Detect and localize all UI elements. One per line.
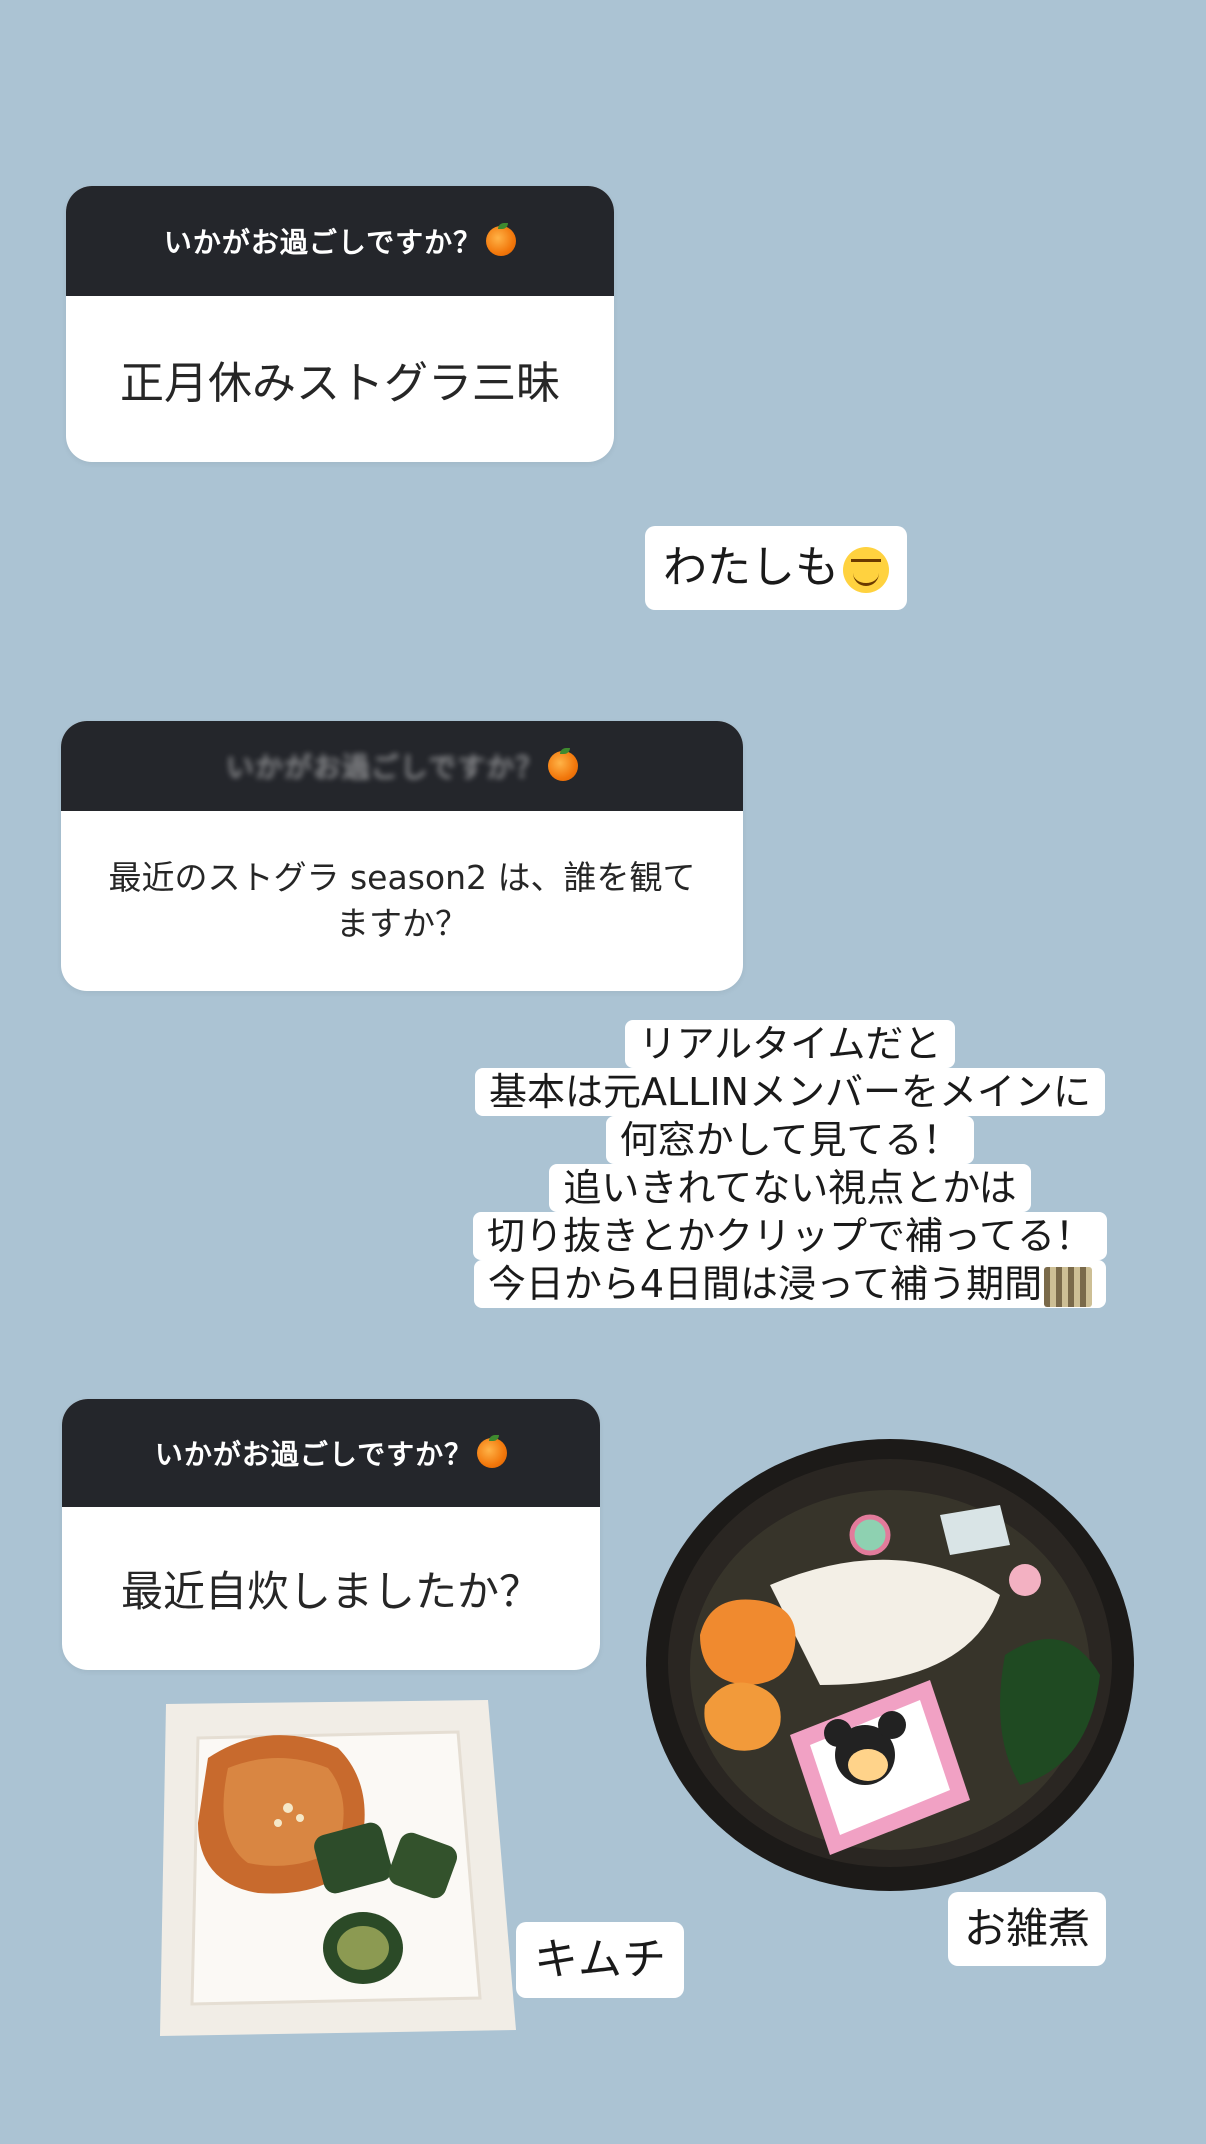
- reply-bubble-1: わたしも: [645, 526, 907, 610]
- question-card-2: いかがお過ごしですか？ 最近のストグラ season2 は、誰を観てますか？: [61, 721, 743, 991]
- smiling-face-icon: [843, 547, 889, 593]
- reply-line: 今日から4日間は浸って補う期間: [487, 1262, 1043, 1306]
- tangerine-icon: [486, 223, 517, 256]
- kimchi-label: キムチ: [516, 1922, 684, 1998]
- tangerine-icon: [477, 1435, 508, 1468]
- kimchi-photo: [160, 1700, 516, 2036]
- tangerine-icon: [548, 748, 579, 781]
- question-card-body: 最近のストグラ season2 は、誰を観てますか？: [61, 811, 743, 991]
- reply-multiline: リアルタイムだと 基本は元ALLINメンバーをメインに 何窓かして見てる！ 追い…: [430, 1020, 1150, 1308]
- question-text: 最近自炊しましたか？: [120, 1567, 541, 1616]
- question-card-header: いかがお過ごしですか？: [61, 721, 743, 811]
- question-prompt: いかがお過ごしですか？: [163, 226, 483, 259]
- question-card-header: いかがお過ごしですか？: [66, 186, 614, 296]
- question-prompt: いかがお過ごしですか？: [154, 1438, 474, 1471]
- question-card-1: いかがお過ごしですか？ 正月休みストグラ三昧: [66, 186, 614, 462]
- label-text: お雑煮: [964, 1904, 1091, 1953]
- ozoni-label: お雑煮: [948, 1892, 1107, 1966]
- question-text: 最近のストグラ season2 は、誰を観てますか？: [108, 858, 696, 943]
- question-card-body: 最近自炊しましたか？: [62, 1507, 600, 1670]
- reply-text: わたしも: [663, 542, 839, 593]
- story-screen: { "cards": [ {"header": "いかがお過ごしですか？", "…: [0, 0, 1206, 2144]
- question-card-header: いかがお過ごしですか？: [62, 1399, 600, 1507]
- question-text: 正月休みストグラ三昧: [120, 358, 560, 409]
- reply-line: 基本は元ALLINメンバーをメインに: [475, 1068, 1105, 1116]
- reply-line: 追いきれてない視点とかは: [549, 1164, 1031, 1212]
- question-card-3: いかがお過ごしですか？ 最近自炊しましたか？: [62, 1399, 600, 1670]
- ozoni-photo: [646, 1439, 1134, 1891]
- question-prompt-blurred: いかがお過ごしですか？: [225, 751, 545, 784]
- reply-line: 何窓かして見てる！: [605, 1116, 975, 1164]
- reply-line: 切り抜きとかクリップで補ってる！: [472, 1212, 1108, 1260]
- reply-line-last: 今日から4日間は浸って補う期間: [473, 1260, 1107, 1308]
- question-card-body: 正月休みストグラ三昧: [66, 296, 614, 462]
- reply-line: リアルタイムだと: [624, 1020, 956, 1068]
- label-text: キムチ: [534, 1934, 666, 1985]
- film-strip-icon: [1044, 1266, 1093, 1307]
